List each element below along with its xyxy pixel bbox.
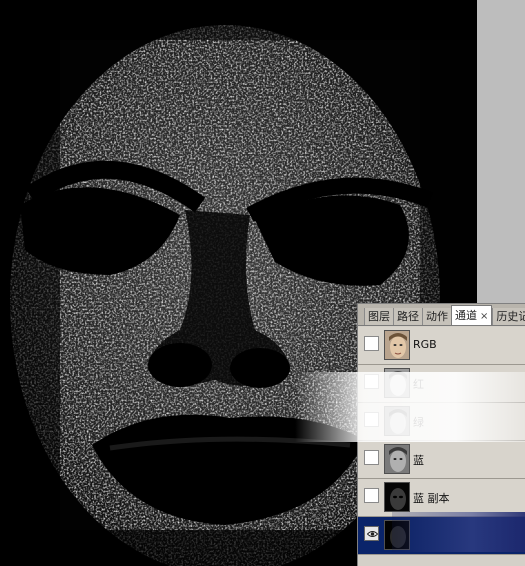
channel-thumbnail [384, 482, 410, 512]
channel-row-rgb[interactable]: RGB [358, 327, 525, 365]
channel-row-selected[interactable] [358, 517, 525, 555]
tab-layers[interactable]: 图层 [364, 308, 393, 325]
channel-row-blue-copy[interactable]: 蓝 副本 [358, 479, 525, 517]
channel-row-blue[interactable]: 蓝 [358, 441, 525, 479]
tab-actions[interactable]: 动作 [422, 308, 451, 325]
tab-history[interactable]: 历史记录 [492, 308, 525, 325]
panel-tab-bar: 图层 路径 动作 通道× 历史记录 [358, 304, 525, 326]
close-icon[interactable]: × [480, 311, 488, 322]
tab-paths[interactable]: 路径 [393, 308, 422, 325]
visibility-toggle[interactable] [364, 488, 379, 503]
channel-list: RGB 红 绿 蓝 蓝 副本 [358, 327, 525, 555]
channel-thumbnail [384, 444, 410, 474]
channel-thumbnail [384, 368, 410, 398]
channel-label: 绿 [413, 416, 424, 429]
visibility-toggle[interactable] [364, 336, 379, 351]
channel-label: 蓝 [413, 454, 424, 467]
channel-row-green[interactable]: 绿 [358, 403, 525, 441]
channel-thumbnail [384, 330, 410, 360]
tab-channels[interactable]: 通道 × [451, 305, 493, 325]
channel-label: 蓝 副本 [413, 492, 450, 505]
channel-row-red[interactable]: 红 [358, 365, 525, 403]
visibility-toggle[interactable] [364, 374, 379, 389]
channel-thumbnail [384, 520, 410, 550]
channel-label: RGB [413, 338, 437, 351]
visibility-toggle[interactable] [364, 412, 379, 427]
tab-channels-label: 通道 [455, 309, 477, 322]
visibility-toggle[interactable] [364, 450, 379, 465]
channel-thumbnail [384, 406, 410, 436]
channel-label: 红 [413, 378, 424, 391]
eye-icon [367, 531, 378, 537]
channels-panel: 图层 路径 动作 通道× 历史记录 RGB 红 绿 [357, 303, 525, 566]
visibility-toggle[interactable] [364, 526, 379, 541]
